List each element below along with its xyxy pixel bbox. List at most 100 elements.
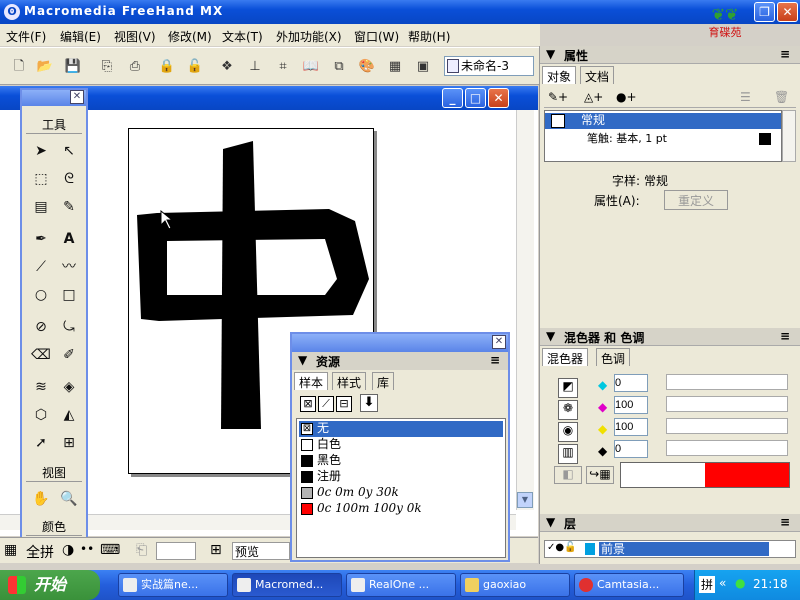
menu-window[interactable]: 窗口(W) [354,28,399,45]
both-box-icon[interactable]: ⊟ [336,396,352,412]
add-to-palette-icon[interactable]: ↪▦ [586,466,614,484]
task-button[interactable]: gaoxiao [460,573,570,597]
menu-help[interactable]: 帮助(H) [408,28,450,45]
restore-button[interactable]: ❐ [754,2,775,22]
chevron-left-icon[interactable]: « [719,576,726,590]
scroll-down-icon[interactable]: ▼ [517,492,533,508]
tab-object[interactable]: 对象 [542,66,577,84]
rotate-tool-icon[interactable]: ⊘ [30,316,52,338]
task-button[interactable]: Camtasia... [574,573,684,597]
layer-color-swatch[interactable] [585,543,595,555]
close-button[interactable]: ✕ [777,2,798,22]
list-item[interactable]: 0c 100m 100y 0k [299,501,503,517]
fill-tool-icon[interactable]: ◈ [58,376,80,398]
magenta-slider[interactable] [666,396,788,412]
stroke-box-icon[interactable]: ⟋ [318,396,334,412]
color-preview-well[interactable] [620,462,790,488]
eyedropper-tool-icon[interactable]: ✎ [58,196,80,218]
color-icon[interactable]: 🎨 [358,58,376,76]
open-folder-icon[interactable]: 📂 [36,58,54,76]
library-icon[interactable]: 📖 [302,58,320,76]
gradient-tool-icon[interactable]: ◭ [58,404,80,426]
knife-tool-icon[interactable]: ⤿ [58,316,80,338]
list-item[interactable]: 0c 0m 0y 30k [299,485,503,501]
menu-xtras[interactable]: 外加功能(X) [276,28,342,45]
pen-tool-icon[interactable]: ✒ [30,228,52,250]
fill-box-icon[interactable]: ⊠ [300,396,316,412]
magenta-value-field[interactable] [614,396,648,414]
eraser-tool-icon[interactable]: ⌫ [30,344,52,366]
layers-icon[interactable]: ⧉ [330,58,348,76]
lasso-tool-icon[interactable]: ᘓ [58,168,80,190]
tab-swatches[interactable]: 样本 [294,372,329,390]
vertical-scrollbar[interactable]: ▼ [516,110,534,510]
menu-view[interactable]: 视图(V) [114,28,156,45]
brush-tool-icon[interactable]: ✐ [58,344,80,366]
grid-icon[interactable]: ▦ [386,58,404,76]
trash-icon[interactable]: 🗑 [774,90,789,104]
system-picker-icon[interactable]: ▥ [558,444,578,464]
task-button[interactable]: RealOne ... [346,573,456,597]
connector-tool-icon[interactable]: ➚ [30,432,52,454]
window-icon[interactable]: ▣ [414,58,432,76]
hls-mode-icon[interactable]: ◉ [558,422,578,442]
object-list-scrollbar[interactable] [782,110,796,162]
checkbox-icon[interactable] [551,114,565,128]
panel-menu-icon[interactable]: ≡ [490,353,500,367]
assets-panel-header[interactable]: ▼ 资源 ≡ [292,352,508,370]
collapse-icon[interactable]: ▼ [546,329,555,343]
page-prev-icon[interactable]: ⎗ [136,542,147,558]
save-icon[interactable]: 💾 [64,58,82,76]
unlock-icon[interactable]: 🔓 [186,58,204,76]
list-item[interactable]: ⊠ 无 [299,421,503,437]
black-slider[interactable] [666,440,788,456]
blend-tool-icon[interactable]: ≋ [30,376,52,398]
chart-tool-icon[interactable]: ⊞ [58,432,80,454]
text-tool-icon[interactable]: A [58,228,80,250]
tab-mixer[interactable]: 混色器 [542,348,589,366]
layers-panel-header[interactable]: ▼ 层 ≡ [540,514,800,532]
arrow-down-icon[interactable]: ⬇ [360,394,378,412]
list-item[interactable]: 常规 [545,113,781,129]
pointer-tool-icon[interactable]: ➤ [30,140,52,162]
hand-tool-icon[interactable]: ✋ [30,488,52,510]
visibility-check-icon[interactable]: ✓●🔓 [547,542,577,553]
task-button[interactable]: 实战篇ne... [118,573,228,597]
trace-tool-icon[interactable]: ▤ [30,196,52,218]
keyboard-icon[interactable]: ▦ [4,542,22,560]
page-tool-icon[interactable]: ⬚ [30,168,52,190]
ellipse-tool-icon[interactable]: ○ [30,284,52,306]
menu-file[interactable]: 文件(F) [6,28,46,45]
ime-full-label[interactable]: 全拼 [26,542,54,562]
tab-document[interactable]: 文档 [580,66,615,84]
envelope-tool-icon[interactable]: ⬡ [30,404,52,426]
yellow-slider[interactable] [666,418,788,434]
page-number-field[interactable] [156,542,196,560]
ime-indicator[interactable]: 拼 [699,576,716,593]
assets-panel-titlebar[interactable]: ✕ [292,334,508,352]
collapse-icon[interactable]: ▼ [546,515,555,529]
lock-icon[interactable]: 🔒 [158,58,176,76]
panel-menu-icon[interactable]: ≡ [780,47,790,61]
app-icon[interactable]: ʘ [4,4,20,20]
transform-icon[interactable]: ⌗ [274,58,292,76]
collapse-icon[interactable]: ▼ [546,47,555,61]
cyan-value-field[interactable] [614,374,648,392]
doc-minimize-button[interactable]: _ [442,88,463,108]
punctuation-icon[interactable]: •• [80,542,94,556]
stroke-color-swatch[interactable] [759,133,771,145]
cmyk-mode-icon[interactable]: ◩ [558,378,578,398]
align-icon[interactable]: ⊥ [246,58,264,76]
list-item[interactable]: 黑色 [299,453,503,469]
add-effect-icon[interactable]: ●+ [616,90,637,104]
start-button[interactable]: 开始 [0,570,100,600]
add-to-swatches-icon[interactable]: ◧ [554,466,582,484]
duplicate-icon[interactable]: ☰ [740,90,751,104]
doc-maximize-button[interactable]: □ [465,88,486,108]
document-selector[interactable]: 未命名-3 [444,56,534,76]
line-tool-icon[interactable]: ⟋ [30,256,52,278]
list-item[interactable]: 笔触: 基本, 1 pt [545,131,781,147]
close-icon[interactable]: ✕ [70,90,84,104]
group-icon[interactable]: ❖ [218,58,236,76]
add-page-icon[interactable]: ⊞ [210,542,222,558]
